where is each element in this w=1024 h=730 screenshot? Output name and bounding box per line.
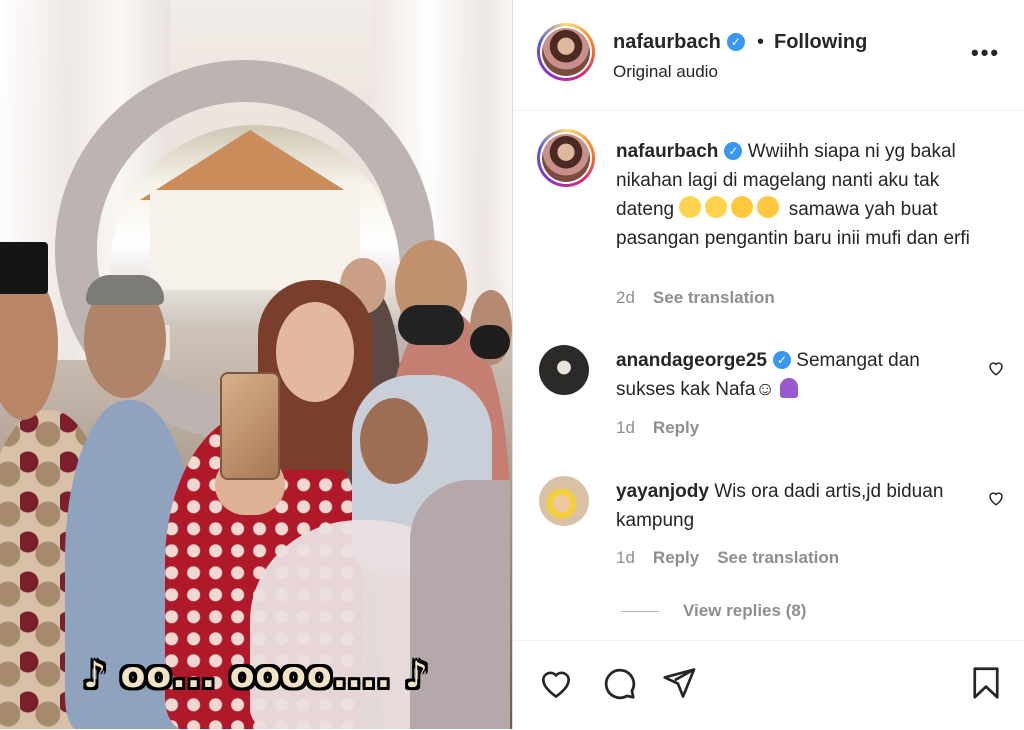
post-video[interactable]: ♪ oo... oooo.... ♪ (0, 0, 512, 729)
reply-button[interactable]: Reply (653, 548, 699, 567)
smiling-face-icon (731, 196, 754, 218)
separator-dot: • (757, 31, 765, 53)
post-side-panel: nafaurbach ✓ • Following Original audio •… (512, 0, 1024, 729)
comment-username[interactable]: yayanjody (616, 481, 709, 502)
instagram-post-view: ♪ oo... oooo.... ♪ nafaurbach ✓ • Followi… (0, 0, 1024, 729)
comment-2: yayanjody Wis ora dadi artis,jd biduan k… (616, 477, 946, 535)
commenter-avatar[interactable] (539, 345, 589, 395)
see-translation-link[interactable]: See translation (717, 548, 839, 567)
face-mask (398, 305, 464, 345)
comment-1: anandageorge25 ✓ Semangat dan sukses kak … (616, 346, 956, 404)
person-raising-hands-icon (780, 378, 799, 398)
see-translation-link[interactable]: See translation (653, 288, 775, 307)
bookmark-icon[interactable] (968, 665, 1004, 701)
post-header: nafaurbach ✓ • Following Original audio •… (513, 0, 1024, 111)
audio-link[interactable]: Original audio (613, 62, 718, 82)
smiling-face-icon (757, 196, 780, 218)
zany-face-icon (705, 196, 728, 218)
video-subtitle: ♪ oo... oooo.... ♪ (83, 655, 429, 696)
comment-like-heart-icon[interactable] (987, 359, 1005, 377)
more-horizontal-icon[interactable]: ••• (971, 40, 1000, 66)
caption-time[interactable]: 2d (616, 288, 635, 307)
comment-time[interactable]: 1d (616, 418, 635, 437)
caption-username[interactable]: nafaurbach (616, 141, 718, 162)
view-replies-button[interactable]: View replies (8) (683, 601, 806, 621)
smartphone (220, 372, 280, 480)
comment-1-meta: 1d Reply (616, 418, 699, 438)
send-icon[interactable] (661, 665, 697, 701)
caption-avatar[interactable] (537, 129, 595, 187)
hair (86, 275, 164, 305)
profile-avatar[interactable] (537, 23, 595, 81)
reply-button[interactable]: Reply (653, 418, 699, 437)
person-head (276, 302, 354, 402)
commenter-avatar[interactable] (539, 476, 589, 526)
verified-badge-icon: ✓ (726, 33, 745, 51)
person-head (360, 398, 428, 484)
peci-hat (0, 242, 48, 294)
comment-icon[interactable] (601, 665, 637, 701)
verified-badge-icon: ✓ (724, 142, 743, 160)
zany-face-icon (679, 196, 702, 218)
replies-divider (621, 611, 659, 612)
following-button[interactable]: Following (774, 31, 867, 54)
header-username[interactable]: nafaurbach ✓ (613, 31, 745, 54)
post-caption: nafaurbach ✓ Wwiihh siapa ni yg bakal nik… (616, 137, 1001, 253)
username-text[interactable]: nafaurbach (613, 31, 721, 53)
face-mask (470, 325, 510, 359)
comment-like-heart-icon[interactable] (987, 489, 1005, 507)
verified-badge-icon: ✓ (773, 351, 791, 369)
comment-time[interactable]: 1d (616, 548, 635, 567)
caption-meta: 2d See translation (616, 288, 775, 308)
action-bar (513, 640, 1024, 730)
comment-2-meta: 1d Reply See translation (616, 548, 839, 568)
comment-username[interactable]: anandageorge25 (616, 350, 767, 371)
heart-icon[interactable] (538, 665, 574, 701)
